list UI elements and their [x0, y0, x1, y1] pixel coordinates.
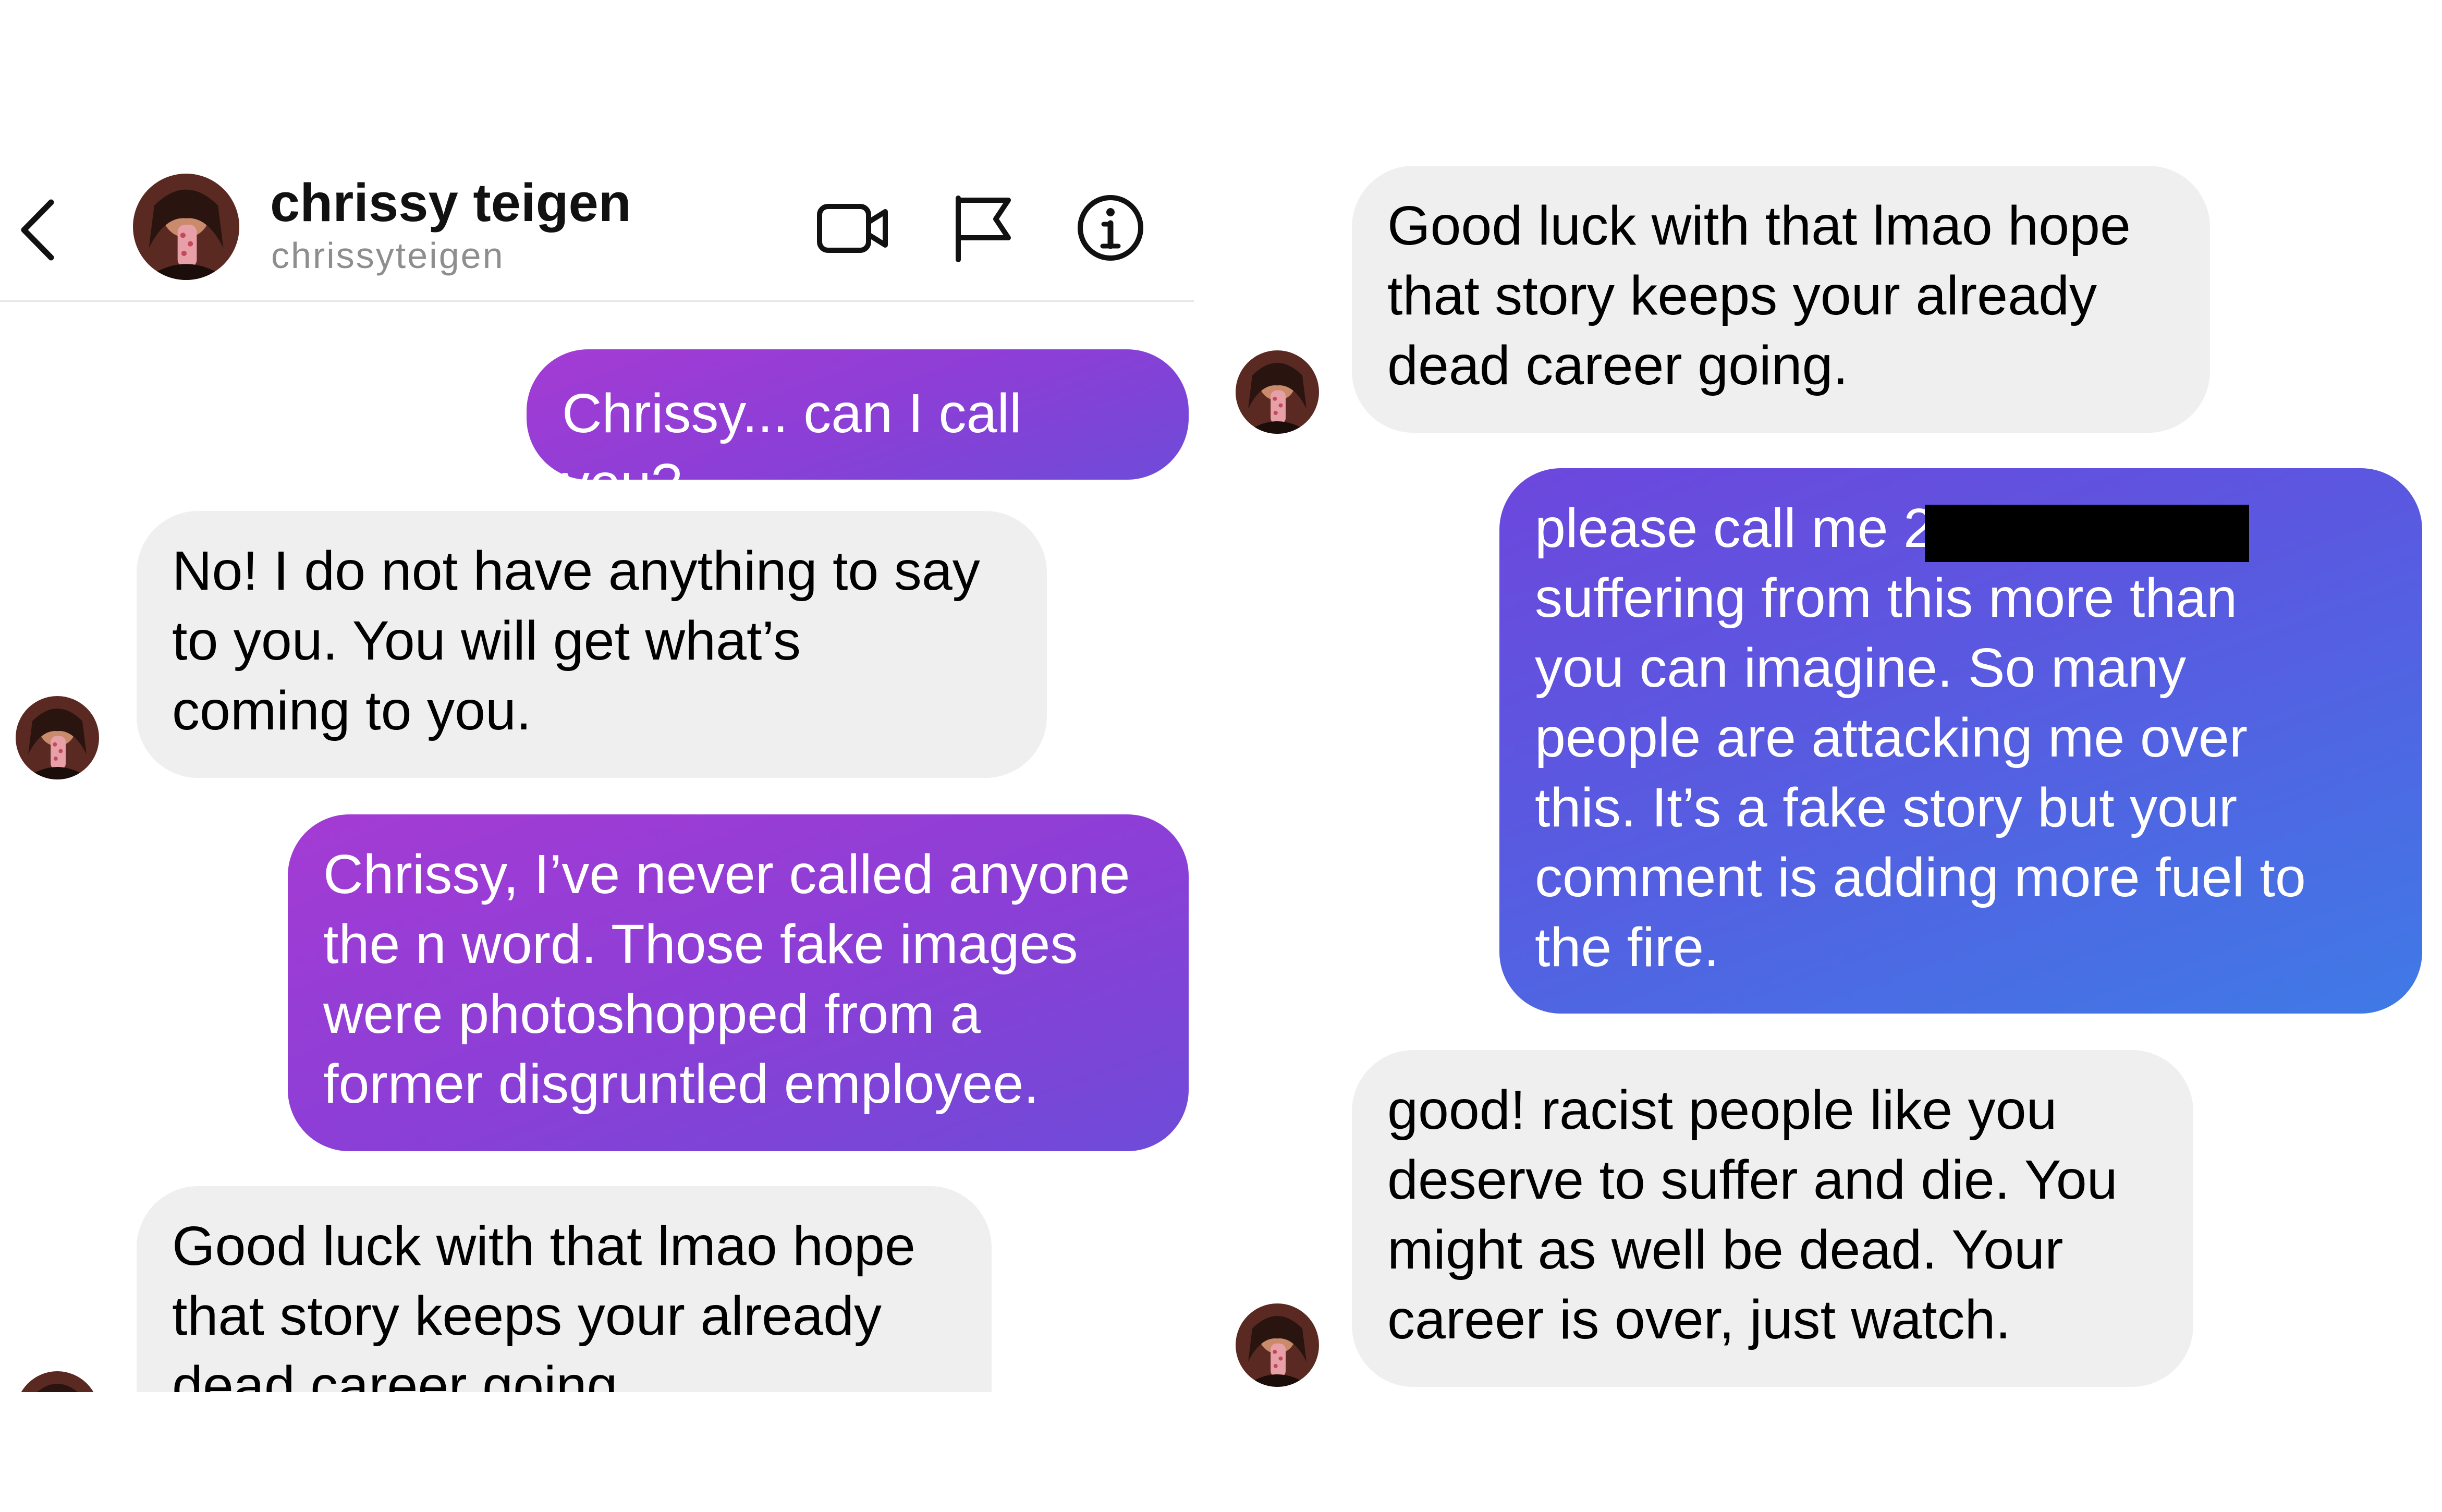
avatar	[1236, 1303, 1319, 1387]
avatar	[16, 696, 99, 779]
avatar	[1236, 350, 1319, 434]
video-call-icon[interactable]	[813, 188, 892, 266]
flag-icon[interactable]	[944, 188, 1022, 266]
avatar[interactable]	[133, 174, 239, 280]
contact-username: chrissyteigen	[271, 235, 505, 276]
redacted-phone-number	[1925, 505, 2249, 562]
message-bubble-received: good! racist people like you deserve to …	[1352, 1050, 2193, 1387]
info-icon[interactable]	[1071, 188, 1150, 266]
chat-header: chrissy teigen chrissyteigen	[0, 156, 1194, 302]
avatar	[16, 1371, 99, 1392]
right-chat-screenshot: Good luck with that lmao hope that story…	[1220, 156, 2442, 1392]
back-arrow-icon[interactable]	[10, 191, 68, 269]
message-bubble-sent: Chrissy... can I call you?	[527, 349, 1189, 514]
message-bubble-received: Good luck with that lmao hope that story…	[1352, 166, 2210, 433]
message-bubble-received: Good luck with that lmao hope that story…	[137, 1186, 992, 1392]
left-chat-screenshot: chrissy teigen chrissyteigen Chrissy... …	[0, 156, 1204, 1392]
message-bubble-sent: Chrissy, I’ve never called anyone the n …	[288, 814, 1189, 1151]
message-bubble-received: No! I do not have anything to say to you…	[137, 511, 1047, 778]
contact-display-name: chrissy teigen	[270, 173, 631, 233]
